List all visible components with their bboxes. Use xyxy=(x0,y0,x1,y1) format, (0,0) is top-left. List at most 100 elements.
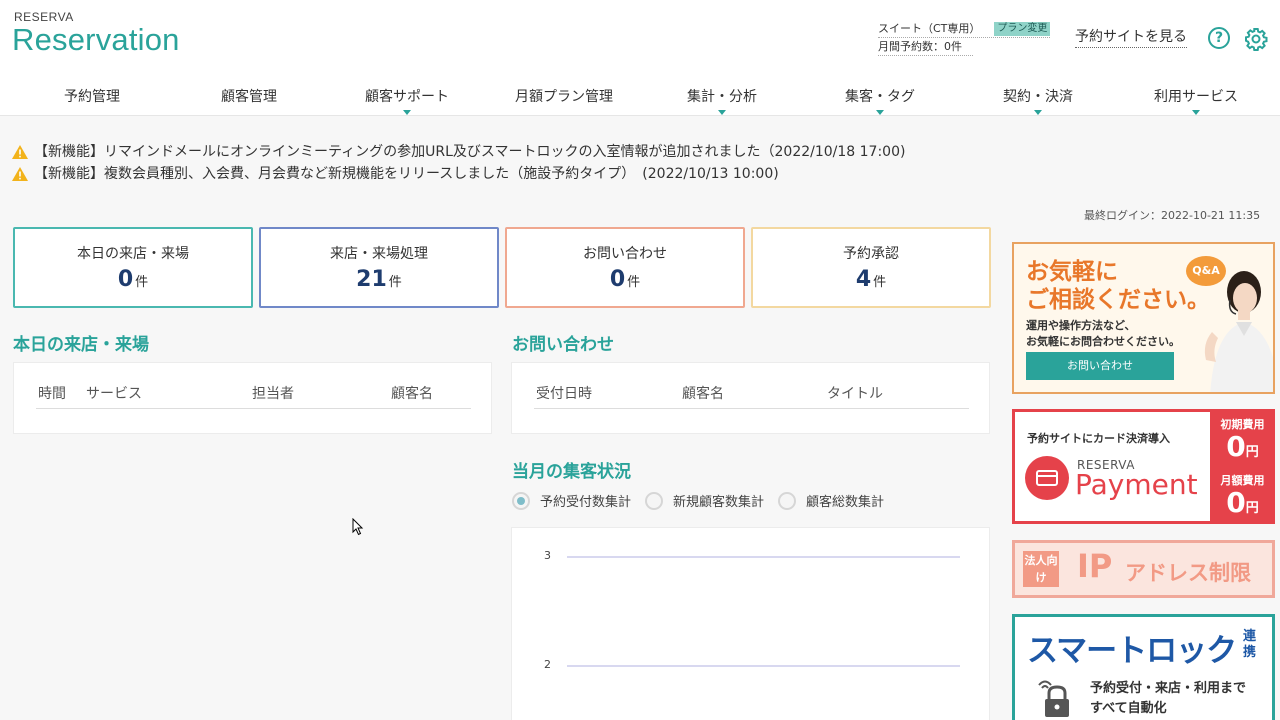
monthly-status-title: 当月の集客状況 xyxy=(512,462,631,482)
radio-label: 予約受付数集計 xyxy=(540,495,632,510)
radio-label: 顧客総数集計 xyxy=(806,495,885,510)
smartlock-line: すべて自動化 xyxy=(1090,701,1167,716)
stat-value: 0 xyxy=(117,267,134,292)
notice-item[interactable]: 【新機能】複数会員種別、入会費、月会費など新規機能をリリースしました（施設予約タ… xyxy=(12,163,905,185)
yen-label: 円 xyxy=(1245,445,1259,460)
chevron-down-icon xyxy=(403,110,411,115)
stat-reservation-approval[interactable]: 予約承認 4件 xyxy=(751,227,991,308)
initial-fee-value: 0 xyxy=(1226,430,1246,463)
lock-icon xyxy=(1038,680,1069,717)
gear-icon[interactable] xyxy=(1244,27,1268,51)
today-visits-title: 本日の来店・来場 xyxy=(13,335,149,355)
radio-total-customers[interactable]: 顧客総数集計 xyxy=(778,491,884,510)
payment-name: Payment xyxy=(1075,468,1198,501)
column-header: サービス xyxy=(86,386,142,402)
stat-visit-processing[interactable]: 来店・来場処理 21 件 xyxy=(259,227,499,308)
nav-item[interactable]: 集客・タグ xyxy=(845,86,915,106)
y-tick-label: 3 xyxy=(544,549,551,562)
consult-title: お気軽に ご相談ください。 xyxy=(1026,258,1210,314)
monthly-reservations: 月間予約数：0件 xyxy=(878,39,962,53)
radio-label: 新規顧客数集計 xyxy=(673,495,765,510)
consult-title-line: お気軽に xyxy=(1026,259,1118,285)
stat-unit: 件 xyxy=(873,275,887,290)
nav-item[interactable]: 利用サービス xyxy=(1154,86,1238,106)
divider xyxy=(36,408,471,409)
monthly-fee-value: 0 xyxy=(1226,486,1246,519)
stat-inquiries[interactable]: お問い合わせ 0件 xyxy=(505,227,745,308)
smartlock-banner[interactable]: スマートロック 連携 予約受付・来店・利用まで すべて自動化 xyxy=(1012,614,1275,720)
nav-item[interactable]: 予約管理 xyxy=(64,86,120,106)
radio-new-customers[interactable]: 新規顧客数集計 xyxy=(645,491,764,510)
stat-label: お問い合わせ xyxy=(583,246,667,262)
contact-button[interactable]: お問い合わせ xyxy=(1026,352,1174,380)
nav-item[interactable]: 契約・決済 xyxy=(1003,86,1073,106)
plan-info: スイート（CT専用） プラン変更 月間予約数：0件 xyxy=(878,20,1051,56)
inquiries-table: 受付日時 顧客名 タイトル xyxy=(511,362,990,434)
radio-button[interactable] xyxy=(512,491,530,510)
plan-change-button[interactable]: プラン変更 xyxy=(994,21,1051,36)
chevron-down-icon xyxy=(1034,110,1042,115)
radio-reservation-count[interactable]: 予約受付数集計 xyxy=(512,491,631,510)
payment-fees: 初期費用 0円 月額費用 0円 xyxy=(1210,412,1272,521)
today-visits-table: 時間 サービス 担当者 顧客名 xyxy=(13,362,492,434)
mouse-cursor-icon xyxy=(352,518,364,536)
yen-label: 円 xyxy=(1245,501,1259,516)
stat-label: 予約承認 xyxy=(843,246,899,262)
header: RESERVA Reservation スイート（CT専用） プラン変更 月間予… xyxy=(0,0,1280,80)
nav-item[interactable]: 顧客サポート xyxy=(365,86,449,106)
consult-title-line: ご相談ください。 xyxy=(1026,287,1210,313)
notice-item[interactable]: 【新機能】リマインドメールにオンラインミーティングの参加URL及びスマートロック… xyxy=(12,141,905,163)
inquiries-title: お問い合わせ xyxy=(512,335,614,355)
payment-head: 予約サイトにカード決済導入 xyxy=(1027,432,1170,445)
chart-gridline xyxy=(567,665,960,667)
last-login: 最終ログイン：2022-10-21 11:35 xyxy=(1084,209,1261,222)
stat-value: 4 xyxy=(855,267,872,292)
operator-illustration xyxy=(1204,271,1273,392)
smartlock-side: 連携 xyxy=(1243,629,1257,660)
stat-value: 0 xyxy=(609,267,626,292)
smartlock-text: 予約受付・来店・利用まで すべて自動化 xyxy=(1090,679,1246,719)
divider xyxy=(534,408,969,409)
logo[interactable]: Reservation xyxy=(12,22,180,58)
column-header: タイトル xyxy=(827,386,883,402)
column-header: 時間 xyxy=(38,386,66,402)
nav-item[interactable]: 集計・分析 xyxy=(687,86,757,106)
consult-sub-line: 運用や操作方法など、 xyxy=(1026,319,1136,332)
ip-text: アドレス制限 xyxy=(1125,561,1251,585)
stat-unit: 件 xyxy=(388,275,402,290)
plan-name: スイート（CT専用） xyxy=(878,21,981,35)
consult-banner[interactable]: お気軽に ご相談ください。 Q&A 運用や操作方法など、 お気軽にお問合わせくだ… xyxy=(1012,242,1275,394)
chart-gridline xyxy=(567,556,960,558)
column-header: 顧客名 xyxy=(682,386,724,402)
notice-text: 【新機能】複数会員種別、入会費、月会費など新規機能をリリースしました（施設予約タ… xyxy=(34,166,779,182)
chevron-down-icon xyxy=(1192,110,1200,115)
payment-banner[interactable]: 予約サイトにカード決済導入 RESERVA Payment 初期費用 0円 月額… xyxy=(1012,409,1275,524)
chevron-down-icon xyxy=(876,110,884,115)
y-tick-label: 2 xyxy=(544,658,551,671)
nav-item[interactable]: 顧客管理 xyxy=(221,86,277,106)
stat-today-visits[interactable]: 本日の来店・来場 0件 xyxy=(13,227,253,308)
notice-text: 【新機能】リマインドメールにオンラインミーティングの参加URL及びスマートロック… xyxy=(34,144,906,160)
radio-button[interactable] xyxy=(778,491,797,510)
smartlock-line: 予約受付・来店・利用まで xyxy=(1090,681,1247,696)
warning-icon xyxy=(12,145,28,159)
stat-value: 21 xyxy=(356,267,387,292)
corporate-badge: 法人向け xyxy=(1023,551,1059,587)
aggregation-options: 予約受付数集計 新規顧客数集計 顧客総数集計 xyxy=(512,491,898,510)
column-header: 顧客名 xyxy=(391,386,433,402)
column-header: 担当者 xyxy=(252,386,294,402)
ip-restriction-banner[interactable]: 法人向け IP アドレス制限 xyxy=(1012,540,1275,598)
chevron-down-icon xyxy=(718,110,726,115)
warning-icon xyxy=(12,167,28,181)
stat-unit: 件 xyxy=(627,275,641,290)
view-reservation-site-link[interactable]: 予約サイトを見る xyxy=(1075,27,1187,48)
column-header: 受付日時 xyxy=(536,386,592,402)
help-icon[interactable]: ? xyxy=(1208,27,1230,49)
stat-unit: 件 xyxy=(135,275,149,290)
main-nav: 予約管理 顧客管理 顧客サポート 月額プラン管理 集計・分析 集客・タグ 契約・決済 利用サー… xyxy=(0,80,1280,116)
card-icon xyxy=(1025,456,1069,500)
nav-item[interactable]: 月額プラン管理 xyxy=(515,86,613,106)
radio-button[interactable] xyxy=(645,491,664,510)
stat-label: 本日の来店・来場 xyxy=(77,246,189,262)
ip-label: IP xyxy=(1077,547,1113,585)
